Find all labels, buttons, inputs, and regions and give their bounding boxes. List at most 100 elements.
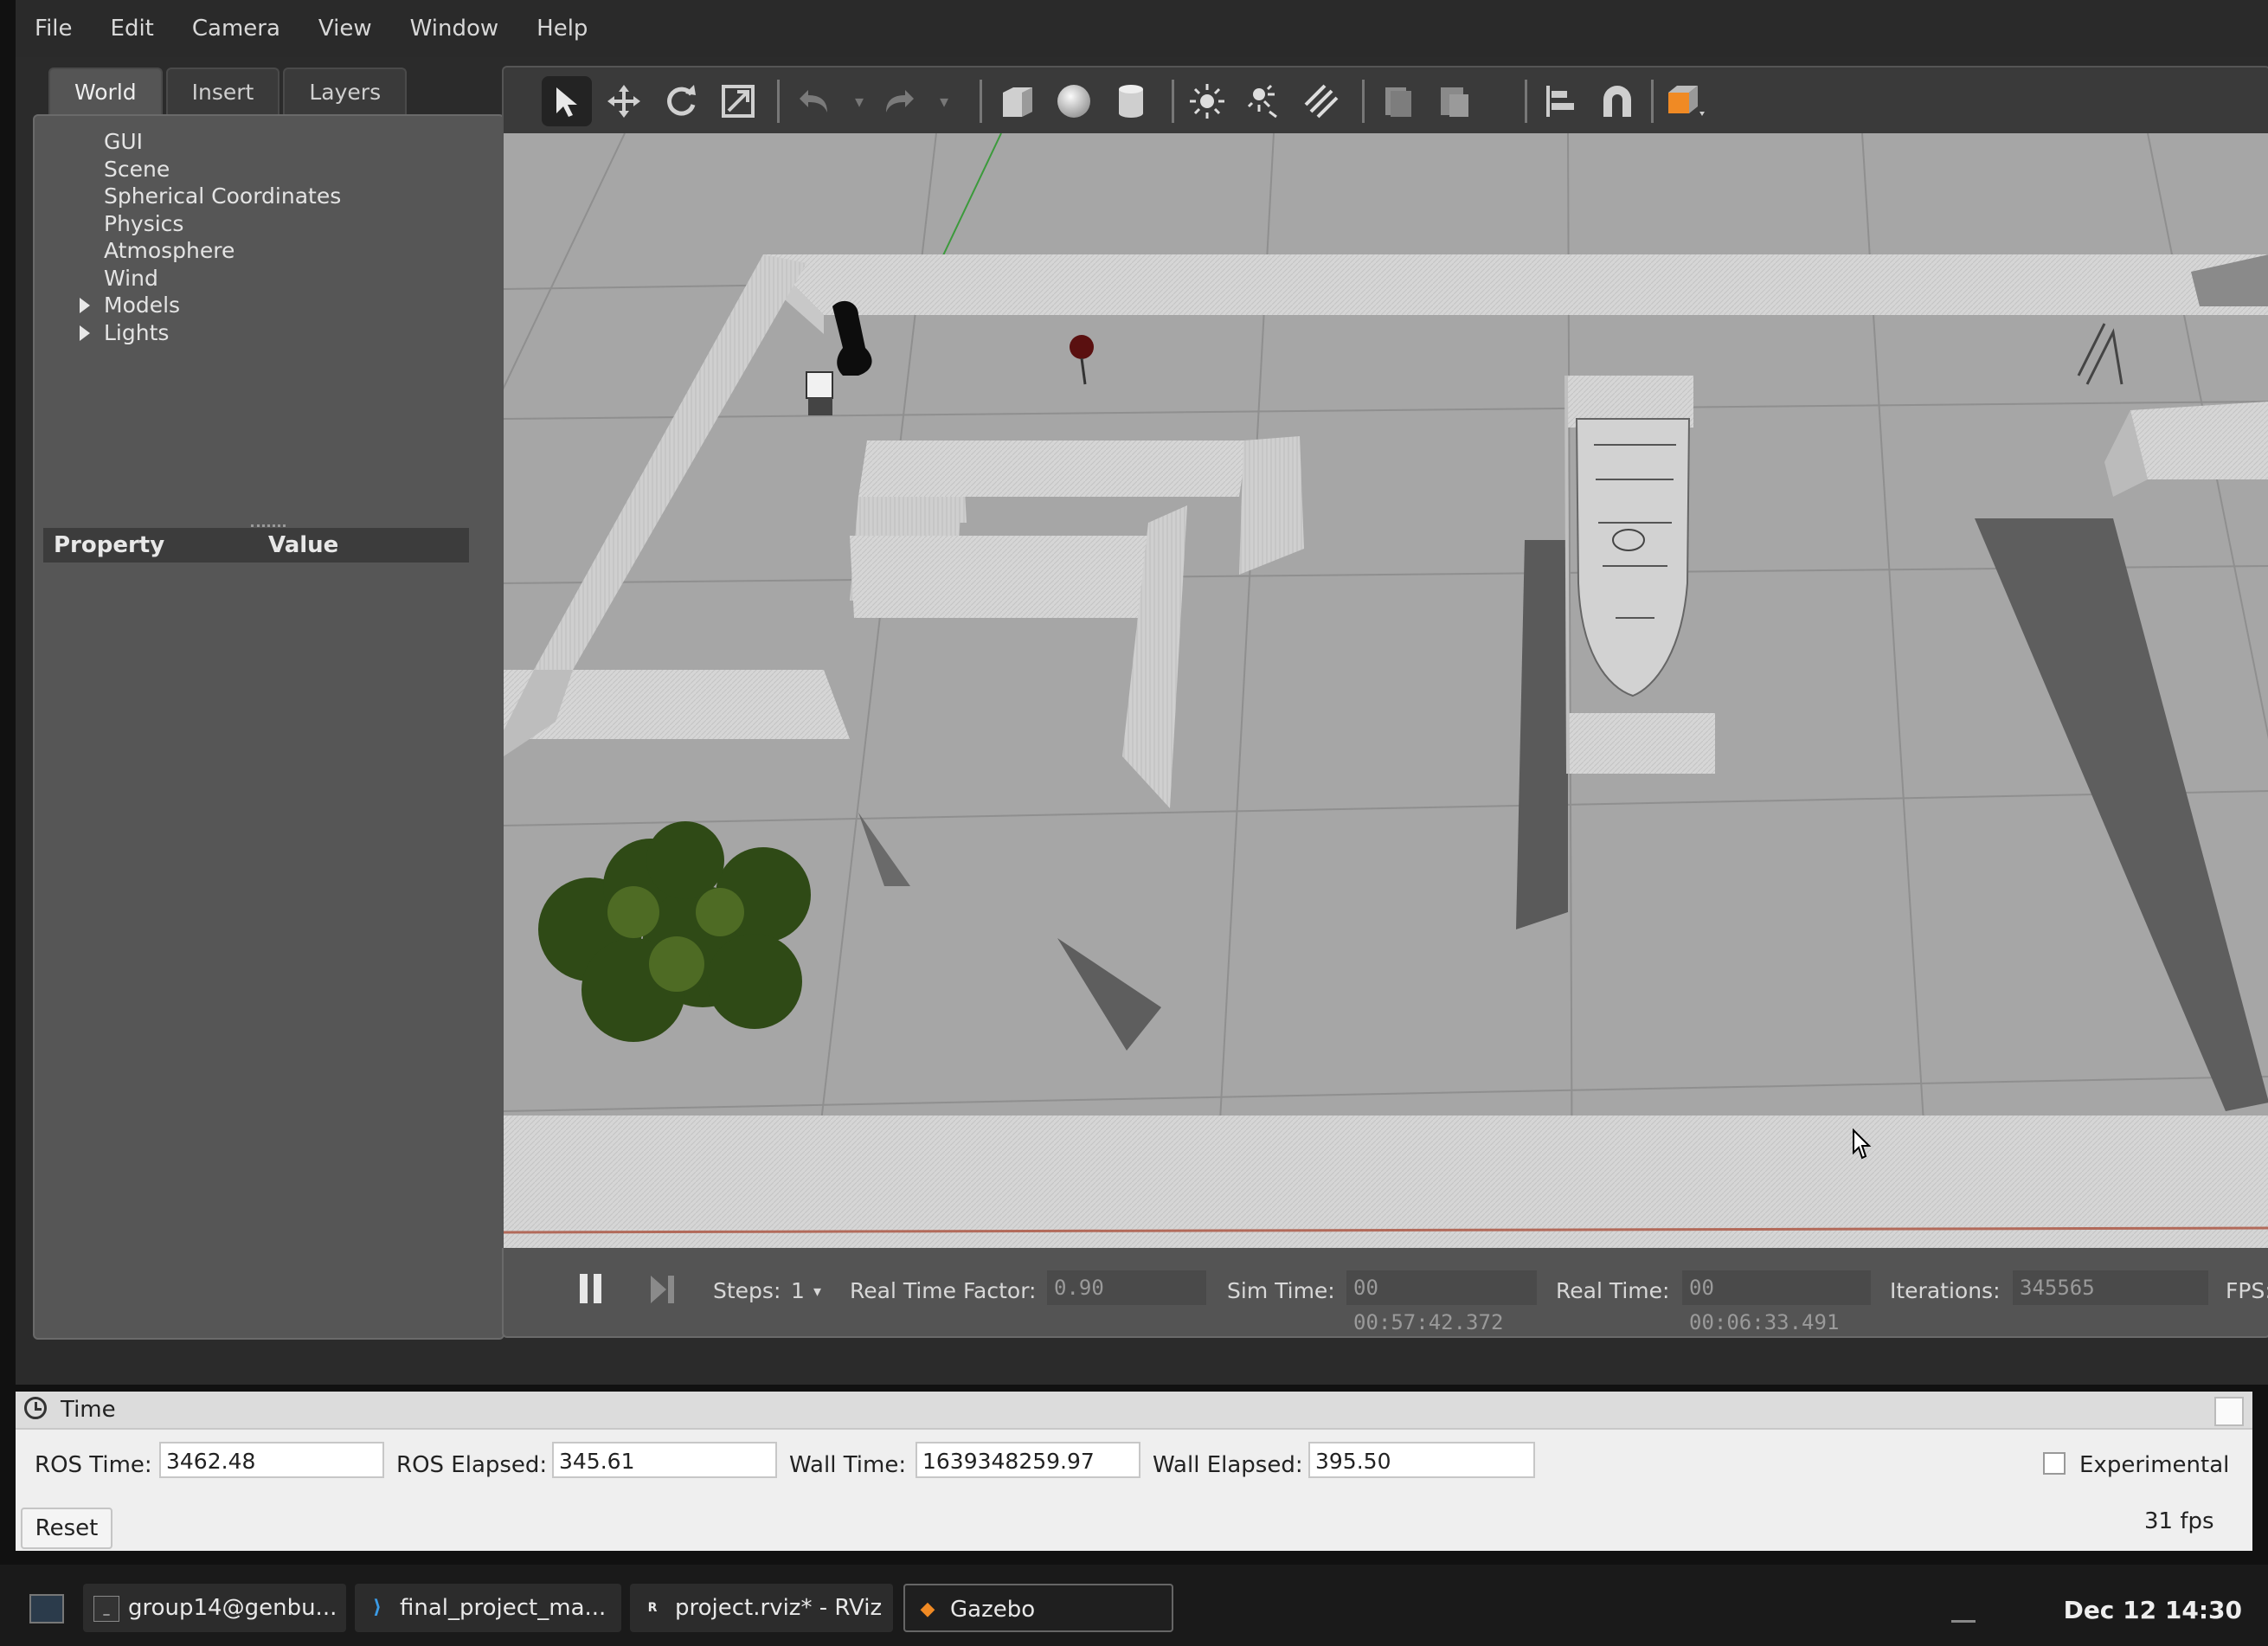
wall-time-field[interactable]: 1639348259.97: [916, 1442, 1140, 1478]
fps-label: FPS:: [2226, 1278, 2268, 1303]
property-column-header: Property: [54, 532, 165, 558]
task-gazebo[interactable]: ◆ Gazebo: [903, 1584, 1173, 1632]
ros-elapsed-label: ROS Elapsed:: [396, 1452, 548, 1478]
scene-render: [504, 133, 2268, 1248]
ros-elapsed-field[interactable]: 345.61: [552, 1442, 777, 1478]
steps-dropdown-icon[interactable]: ▾: [813, 1283, 821, 1301]
paste-icon[interactable]: [1430, 76, 1480, 126]
translate-icon[interactable]: [599, 76, 649, 126]
network-icon[interactable]: [1951, 1603, 1976, 1623]
redo-icon[interactable]: [874, 76, 924, 126]
world-tree: GUI Scene Spherical Coordinates Physics Atmo…: [69, 128, 341, 346]
menu-file[interactable]: File: [16, 0, 92, 57]
time-panel-header: Time: [16, 1392, 2252, 1430]
task-gazebo-label: Gazebo: [950, 1597, 1036, 1623]
terminal-launcher-icon[interactable]: [29, 1594, 64, 1623]
task-rviz-label: project.rviz* - RViz: [675, 1595, 883, 1621]
world-tree-item-wind[interactable]: Wind: [69, 265, 341, 293]
menu-bar: File Edit Camera View Window Help: [16, 0, 2268, 57]
real-time-factor-value: 0.90: [1047, 1270, 1206, 1305]
redo-dropdown-icon[interactable]: ▾: [919, 76, 969, 126]
scene-viewport[interactable]: [502, 133, 2268, 1248]
system-clock[interactable]: Dec 12 14:30: [2064, 1596, 2242, 1624]
experimental-checkbox[interactable]: [2043, 1452, 2066, 1475]
terminal-icon: _: [93, 1596, 119, 1622]
ros-time-field[interactable]: 3462.48: [159, 1442, 384, 1478]
sim-time-label: Sim Time:: [1227, 1278, 1335, 1303]
task-rviz[interactable]: R project.rviz* - RViz: [630, 1584, 893, 1632]
world-tree-item-atmosphere[interactable]: Atmosphere: [69, 237, 341, 265]
reset-button[interactable]: Reset: [21, 1508, 112, 1549]
world-tree-item-models[interactable]: Models: [69, 292, 341, 319]
undo-icon[interactable]: [789, 76, 839, 126]
world-tree-item-label: Atmosphere: [104, 238, 235, 263]
ros-time-label: ROS Time:: [35, 1452, 152, 1478]
world-tree-item-scene[interactable]: Scene: [69, 156, 341, 183]
world-tree-item-label: Lights: [104, 319, 170, 345]
rviz-icon: R: [647, 1601, 658, 1615]
tab-world[interactable]: World: [48, 68, 163, 116]
world-tree-item-label: Models: [104, 293, 181, 318]
iterations-label: Iterations:: [1890, 1278, 2001, 1303]
menu-help[interactable]: Help: [517, 0, 607, 57]
snap-magnet-icon[interactable]: [1592, 76, 1642, 126]
tab-layers[interactable]: Layers: [283, 68, 408, 116]
directional-light-icon[interactable]: [1296, 76, 1346, 126]
scene-toolbar: ▾ ▾: [502, 66, 2268, 135]
property-table-header: Property Value: [43, 528, 469, 563]
expand-arrow-icon[interactable]: [80, 325, 90, 341]
simulation-status-bar: Steps: 1 ▾ Real Time Factor: 0.90 Sim Ti…: [502, 1248, 2268, 1338]
world-tree-item-gui[interactable]: GUI: [69, 128, 341, 156]
world-tree-item-physics[interactable]: Physics: [69, 210, 341, 238]
rotate-icon[interactable]: [656, 76, 706, 126]
spot-light-icon[interactable]: [1239, 76, 1289, 126]
task-terminal[interactable]: _ group14@genbu...: [83, 1584, 346, 1632]
sim-time-value: 00 00:57:42.372: [1346, 1270, 1537, 1334]
world-tree-item-label: Scene: [104, 156, 170, 182]
gazebo-window: File Edit Camera View Window Help World …: [16, 0, 2268, 1385]
box-shape-icon[interactable]: [992, 76, 1042, 126]
real-time-label: Real Time:: [1556, 1278, 1670, 1303]
wall-elapsed-label: Wall Elapsed:: [1153, 1452, 1303, 1478]
iterations-value: 345565: [2013, 1270, 2208, 1305]
world-tree-item-label: Physics: [104, 210, 184, 236]
menu-edit[interactable]: Edit: [92, 0, 173, 57]
task-vscode[interactable]: ⟩ final_project_ma...: [355, 1584, 621, 1632]
copy-icon[interactable]: [1372, 76, 1423, 126]
time-panel-title: Time: [61, 1397, 116, 1423]
scale-icon[interactable]: [713, 76, 763, 126]
menu-camera[interactable]: Camera: [173, 0, 299, 57]
steps-value[interactable]: 1: [791, 1278, 805, 1303]
value-column-header: Value: [268, 532, 339, 558]
world-tree-item-lights[interactable]: Lights: [69, 319, 341, 347]
taskbar: _ group14@genbu... ⟩ final_project_ma...…: [0, 1565, 2268, 1646]
gazebo-icon: ◆: [920, 1598, 935, 1620]
step-button[interactable]: [649, 1272, 677, 1307]
align-icon[interactable]: [1535, 76, 1585, 126]
menu-view[interactable]: View: [299, 0, 391, 57]
sphere-shape-icon[interactable]: [1049, 76, 1099, 126]
tab-insert[interactable]: Insert: [165, 68, 280, 116]
cylinder-shape-icon[interactable]: [1106, 76, 1156, 126]
steps-label: Steps:: [713, 1278, 781, 1303]
world-tree-panel: GUI Scene Spherical Coordinates Physics Atmo…: [33, 114, 504, 1340]
view-angle-icon[interactable]: [1661, 76, 1712, 126]
point-light-icon[interactable]: [1182, 76, 1232, 126]
world-tree-item-label: Spherical Coordinates: [104, 183, 342, 209]
expand-arrow-icon[interactable]: [80, 298, 90, 313]
menu-window[interactable]: Window: [391, 0, 518, 57]
left-panel-tabs: World Insert Layers: [48, 68, 408, 116]
world-tree-item-spherical-coordinates[interactable]: Spherical Coordinates: [69, 183, 341, 210]
world-tree-item-label: GUI: [104, 129, 144, 154]
task-terminal-label: group14@genbu...: [128, 1595, 337, 1621]
wall-elapsed-field[interactable]: 395.50: [1308, 1442, 1535, 1478]
real-time-value: 00 00:06:33.491: [1682, 1270, 1871, 1334]
clock-icon: [24, 1397, 47, 1419]
experimental-label: Experimental: [2079, 1452, 2230, 1478]
vscode-icon: ⟩: [372, 1597, 382, 1618]
task-vscode-label: final_project_ma...: [400, 1595, 607, 1621]
panel-float-button[interactable]: [2214, 1397, 2244, 1426]
left-panel: World Insert Layers GUI Scene Spherical Co…: [33, 68, 504, 1340]
select-arrow-icon[interactable]: [542, 76, 592, 126]
pause-button[interactable]: [578, 1272, 604, 1307]
